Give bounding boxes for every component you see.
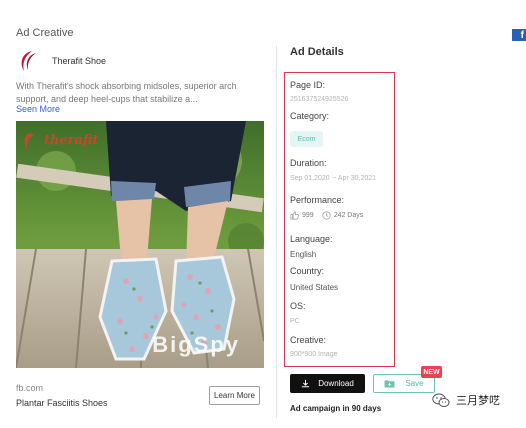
- ad-image[interactable]: therafit BigSpy: [16, 121, 264, 368]
- new-badge: NEW: [421, 366, 442, 378]
- ad-creative-heading: Ad Creative: [16, 27, 74, 39]
- creative-label: Creative:: [290, 335, 327, 345]
- see-more-link[interactable]: Seen More: [16, 104, 60, 114]
- clock-icon: [322, 211, 331, 220]
- campaign-note: Ad campaign in 90 days: [290, 404, 382, 413]
- category-label: Category:: [290, 111, 330, 121]
- folder-plus-icon: [384, 380, 395, 388]
- column-divider: [276, 46, 277, 418]
- bigspy-watermark: BigSpy: [152, 332, 240, 357]
- creative-value: 900*900 Image: [290, 351, 338, 358]
- ad-details-heading: Ad Details: [290, 46, 344, 58]
- download-button[interactable]: Download: [290, 374, 365, 393]
- wechat-account-watermark: 三月梦呓: [432, 392, 500, 408]
- country-label: Country:: [290, 266, 325, 276]
- thumbs-up-icon: [290, 211, 299, 220]
- page-id-label: Page ID:: [290, 80, 326, 90]
- wechat-icon: [432, 393, 450, 407]
- language-label: Language:: [290, 234, 333, 244]
- os-label: OS:: [290, 301, 306, 311]
- ad-photo: [16, 121, 264, 368]
- advertiser-name: Therafit Shoe: [52, 56, 107, 66]
- ad-body-text: With Therafit's shock absorbing midsoles…: [16, 81, 237, 104]
- days-running: 242 Days: [333, 212, 364, 219]
- therafit-logo-icon: [21, 51, 36, 71]
- ad-domain: fb.com: [16, 383, 44, 393]
- ad-headline: Plantar Fasciitis Shoes: [16, 398, 108, 408]
- download-label: Download: [318, 379, 354, 388]
- facebook-icon[interactable]: f: [512, 29, 526, 41]
- download-icon: [302, 379, 310, 388]
- learn-more-button[interactable]: Learn More: [209, 386, 260, 405]
- performance-label: Performance:: [290, 195, 345, 205]
- category-tag: Ecom: [290, 131, 323, 147]
- account-name: 三月梦呓: [456, 395, 500, 407]
- advertiser-row[interactable]: Therafit Shoe: [16, 48, 106, 74]
- likes-count: 999: [302, 212, 314, 219]
- country-value: United States: [290, 283, 339, 292]
- duration-value: Sep 01,2020 -- Apr 30,2021: [290, 175, 377, 182]
- duration-label: Duration:: [290, 158, 327, 168]
- save-label: Save: [405, 379, 424, 388]
- image-brand-overlay: therafit: [44, 133, 99, 148]
- os-value: PC: [290, 318, 300, 325]
- page-id-value: 251637524925526: [290, 96, 349, 103]
- performance-row: 999 242 Days: [290, 211, 363, 220]
- language-value: English: [290, 250, 317, 259]
